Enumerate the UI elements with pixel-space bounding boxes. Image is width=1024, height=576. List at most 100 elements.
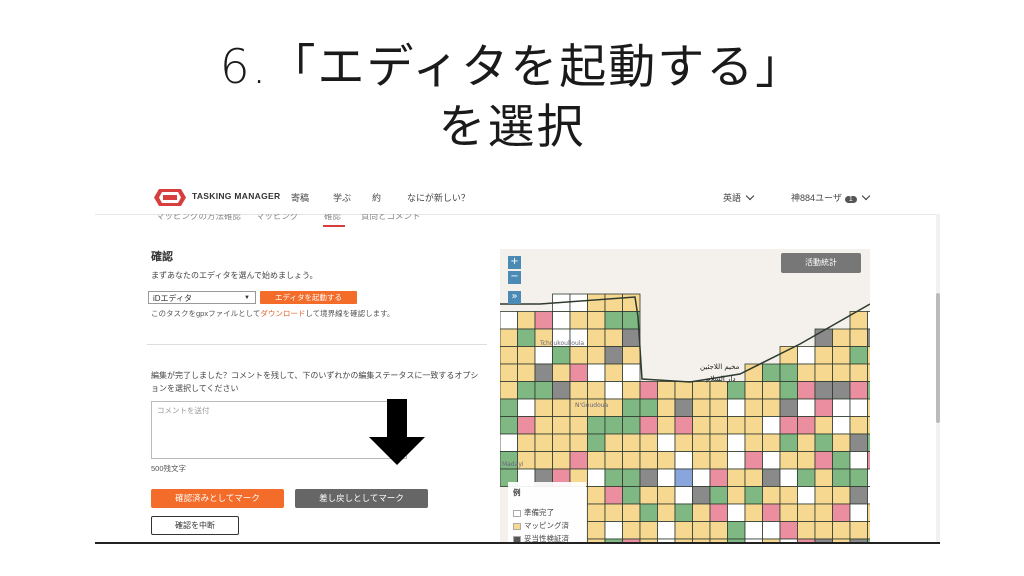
- task-cell[interactable]: [727, 538, 746, 542]
- task-cell[interactable]: [832, 346, 851, 365]
- task-cell[interactable]: [639, 538, 658, 542]
- task-cell[interactable]: [779, 538, 798, 542]
- task-cell[interactable]: [604, 346, 623, 365]
- task-cell[interactable]: [604, 538, 623, 542]
- task-cell[interactable]: [779, 363, 798, 382]
- task-cell[interactable]: [849, 416, 868, 435]
- task-cell[interactable]: [552, 416, 571, 435]
- task-cell[interactable]: [622, 433, 641, 452]
- task-cell[interactable]: [500, 398, 518, 417]
- task-cell[interactable]: [657, 398, 676, 417]
- task-cell[interactable]: [674, 381, 693, 400]
- task-cell[interactable]: [604, 433, 623, 452]
- task-cell[interactable]: [622, 416, 641, 435]
- task-cell[interactable]: [744, 521, 763, 540]
- task-map[interactable]: + − » 活動統計 Tchoukoulloula N'Goudoua Mada…: [500, 249, 870, 542]
- task-cell[interactable]: [727, 468, 746, 487]
- task-cell[interactable]: [762, 416, 781, 435]
- task-cell[interactable]: [534, 416, 553, 435]
- task-cell[interactable]: [797, 538, 816, 542]
- task-cell[interactable]: [500, 328, 518, 347]
- task-cell[interactable]: [552, 398, 571, 417]
- task-cell[interactable]: [797, 381, 816, 400]
- task-cell[interactable]: [657, 451, 676, 470]
- task-cell[interactable]: [709, 521, 728, 540]
- task-cell[interactable]: [569, 451, 588, 470]
- task-cell[interactable]: [639, 503, 658, 522]
- task-cell[interactable]: [569, 363, 588, 382]
- task-cell[interactable]: [587, 538, 606, 542]
- task-cell[interactable]: [849, 486, 868, 505]
- task-cell[interactable]: [814, 468, 833, 487]
- task-cell[interactable]: [814, 363, 833, 382]
- task-cell[interactable]: [832, 363, 851, 382]
- task-cell[interactable]: [832, 398, 851, 417]
- task-cell[interactable]: [867, 328, 871, 347]
- task-cell[interactable]: [569, 346, 588, 365]
- task-cell[interactable]: [832, 451, 851, 470]
- task-cell[interactable]: [867, 381, 871, 400]
- task-cell[interactable]: [587, 503, 606, 522]
- task-cell[interactable]: [639, 398, 658, 417]
- hot-logo-icon[interactable]: [153, 188, 187, 207]
- task-cell[interactable]: [500, 346, 518, 365]
- task-cell[interactable]: [797, 346, 816, 365]
- mark-validated-button[interactable]: 確認済みとしてマーク: [151, 489, 284, 508]
- task-cell[interactable]: [849, 451, 868, 470]
- task-cell[interactable]: [832, 416, 851, 435]
- task-cell[interactable]: [622, 381, 641, 400]
- task-cell[interactable]: [832, 328, 851, 347]
- task-cell[interactable]: [604, 486, 623, 505]
- brand-name[interactable]: TASKING MANAGER: [192, 191, 280, 201]
- task-cell[interactable]: [622, 538, 641, 542]
- task-cell[interactable]: [709, 503, 728, 522]
- task-cell[interactable]: [674, 398, 693, 417]
- task-cell[interactable]: [797, 433, 816, 452]
- zoom-in-button[interactable]: +: [508, 256, 521, 269]
- task-cell[interactable]: [692, 451, 711, 470]
- task-cell[interactable]: [517, 433, 536, 452]
- task-cell[interactable]: [587, 346, 606, 365]
- task-cell[interactable]: [587, 521, 606, 540]
- task-cell[interactable]: [762, 503, 781, 522]
- task-cell[interactable]: [744, 381, 763, 400]
- task-cell[interactable]: [779, 486, 798, 505]
- task-cell[interactable]: [867, 311, 871, 330]
- task-cell[interactable]: [814, 398, 833, 417]
- task-cell[interactable]: [849, 363, 868, 382]
- task-cell[interactable]: [622, 503, 641, 522]
- task-cell[interactable]: [604, 328, 623, 347]
- task-cell[interactable]: [709, 398, 728, 417]
- task-cell[interactable]: [709, 433, 728, 452]
- task-cell[interactable]: [534, 433, 553, 452]
- task-cell[interactable]: [657, 503, 676, 522]
- task-cell[interactable]: [639, 433, 658, 452]
- task-cell[interactable]: [500, 433, 518, 452]
- task-cell[interactable]: [744, 503, 763, 522]
- task-cell[interactable]: [727, 398, 746, 417]
- task-cell[interactable]: [534, 451, 553, 470]
- task-cell[interactable]: [517, 363, 536, 382]
- task-cell[interactable]: [867, 363, 871, 382]
- task-cell[interactable]: [639, 486, 658, 505]
- task-cell[interactable]: [587, 486, 606, 505]
- task-cell[interactable]: [587, 293, 606, 312]
- task-cell[interactable]: [814, 451, 833, 470]
- task-cell[interactable]: [604, 311, 623, 330]
- task-cell[interactable]: [779, 416, 798, 435]
- user-menu[interactable]: 神884ユーザ 1: [791, 191, 870, 204]
- tab-questions-comments[interactable]: 質問とコメント: [361, 214, 421, 222]
- task-cell[interactable]: [814, 521, 833, 540]
- task-cell[interactable]: [587, 451, 606, 470]
- task-cell[interactable]: [587, 311, 606, 330]
- task-cell[interactable]: [814, 503, 833, 522]
- task-cell[interactable]: [762, 538, 781, 542]
- task-cell[interactable]: [517, 328, 536, 347]
- task-cell[interactable]: [709, 486, 728, 505]
- task-cell[interactable]: [657, 486, 676, 505]
- language-selector[interactable]: 英語: [723, 191, 755, 204]
- task-cell[interactable]: [692, 416, 711, 435]
- task-cell[interactable]: [517, 346, 536, 365]
- task-cell[interactable]: [867, 503, 871, 522]
- task-cell[interactable]: [744, 433, 763, 452]
